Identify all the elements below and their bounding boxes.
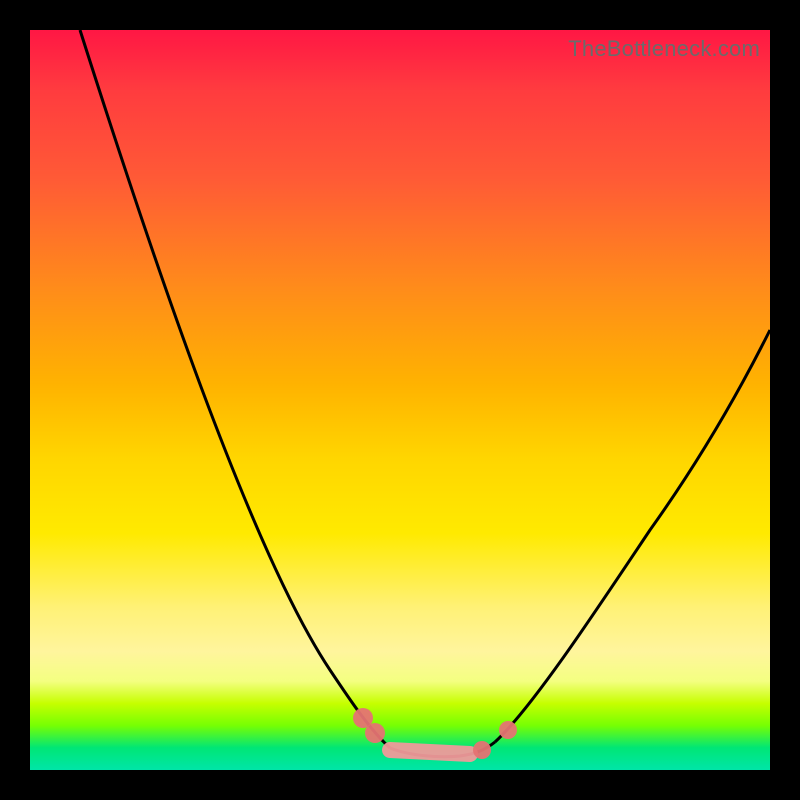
plot-area: TheBottleneck.com <box>30 30 770 770</box>
curve-left-branch <box>80 30 390 748</box>
curve-right-branch <box>495 330 770 742</box>
trough-marker-segment <box>390 750 470 754</box>
trough-marker-dot <box>473 741 491 759</box>
chart-frame: TheBottleneck.com <box>0 0 800 800</box>
trough-highlight <box>353 708 517 759</box>
trough-marker-dot <box>499 721 517 739</box>
trough-marker-dot <box>365 723 385 743</box>
bottleneck-curve <box>30 30 770 770</box>
